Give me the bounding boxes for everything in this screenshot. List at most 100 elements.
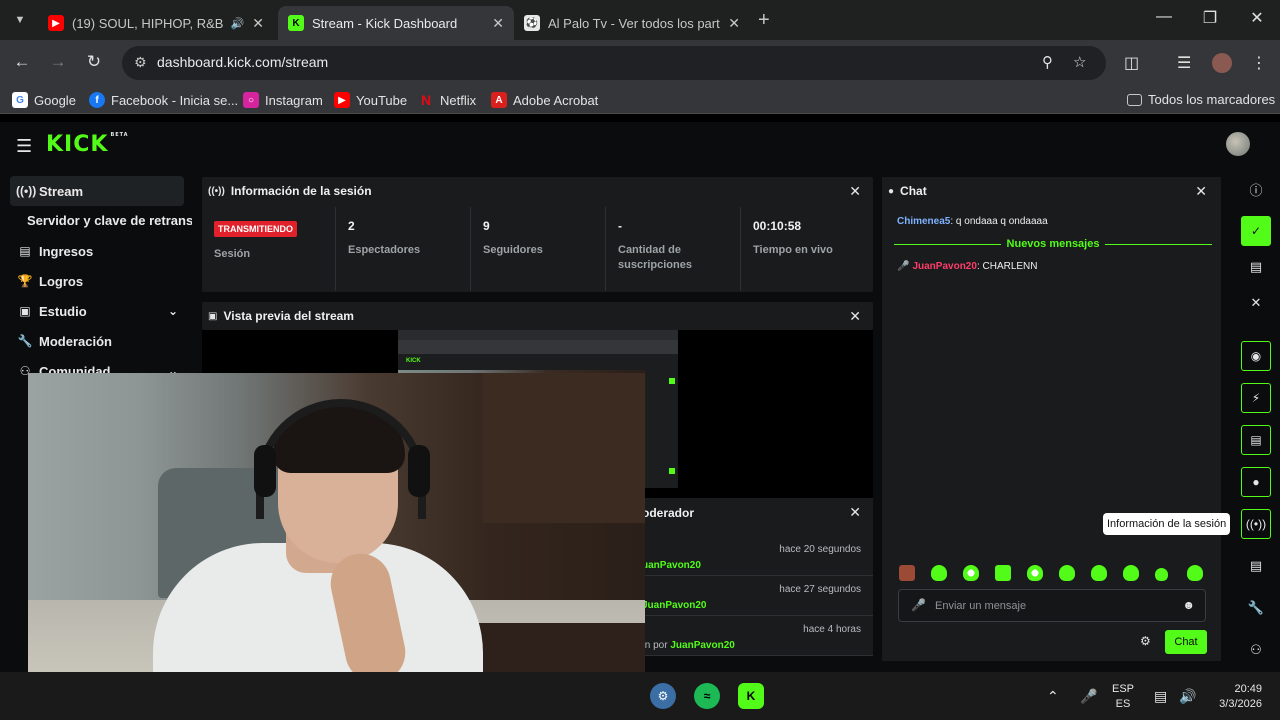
- chat-username[interactable]: Chimenea5: [897, 216, 950, 227]
- chat-message-input[interactable]: [935, 596, 1175, 616]
- log-username[interactable]: uanPavon20: [642, 560, 701, 571]
- settings-app-icon[interactable]: ⚙: [650, 683, 676, 709]
- bookmark-youtube[interactable]: ▶ YouTube: [334, 92, 407, 108]
- tab-al-palo-tv[interactable]: ⚽ Al Palo Tv - Ver todos los partid ✕: [514, 6, 750, 40]
- bookmark-adobe-acrobat[interactable]: A Adobe Acrobat: [491, 92, 598, 108]
- clock-time: 20:49: [1234, 683, 1262, 695]
- emote-icon[interactable]: [1091, 565, 1107, 581]
- sidebar-item-label: Estudio: [39, 303, 87, 319]
- tooltip: Información de la sesión: [1103, 513, 1231, 535]
- emote-icon[interactable]: [1059, 565, 1075, 581]
- close-window-icon[interactable]: ✕: [1245, 8, 1269, 28]
- reload-icon[interactable]: ↻: [83, 52, 105, 72]
- tab-close-icon[interactable]: ✕: [252, 15, 264, 32]
- kick-logo[interactable]: KICK BETA: [46, 132, 129, 157]
- zoom-search-icon[interactable]: ⚲: [1042, 53, 1053, 71]
- sidebar-item-logros[interactable]: 🏆 Logros: [10, 266, 184, 296]
- language-indicator[interactable]: ESP ES: [1112, 682, 1134, 712]
- chat-send-button[interactable]: Chat: [1165, 630, 1207, 654]
- bookmark-star-icon[interactable]: ☆: [1073, 53, 1086, 71]
- emote-icon[interactable]: [1123, 565, 1139, 581]
- emote-icon[interactable]: [1187, 565, 1203, 581]
- emote-icon[interactable]: [995, 565, 1011, 581]
- kick-app-icon[interactable]: K: [738, 683, 764, 709]
- document-icon[interactable]: ▤: [1241, 425, 1271, 455]
- chat-username[interactable]: JuanPavon20: [912, 261, 976, 272]
- emote-icon[interactable]: [1155, 568, 1168, 581]
- volume-icon[interactable]: 🔊: [1179, 688, 1196, 705]
- url-text[interactable]: dashboard.kick.com/stream: [157, 54, 328, 70]
- address-bar[interactable]: ⚙ dashboard.kick.com/stream ⚲ ☆: [122, 46, 1106, 80]
- profile-avatar[interactable]: [1212, 53, 1232, 73]
- tab-search-dropdown-icon[interactable]: ▼: [8, 8, 32, 32]
- new-messages-divider[interactable]: Nuevos mensajes: [894, 237, 1212, 251]
- network-icon[interactable]: ▤: [1154, 688, 1167, 705]
- tab-close-icon[interactable]: ✕: [492, 15, 504, 32]
- site-info-icon[interactable]: ⚙: [134, 54, 147, 71]
- stat-value: 9: [483, 219, 490, 233]
- menu-kebab-icon[interactable]: ⋮: [1251, 53, 1267, 73]
- wrench-icon[interactable]: 🔧: [1241, 593, 1271, 623]
- bookmark-label: Facebook - Inicia se...: [111, 92, 239, 108]
- microphone-icon[interactable]: 🎤: [911, 598, 926, 612]
- tab-close-icon[interactable]: ✕: [728, 15, 740, 32]
- webcam-headset: [256, 399, 426, 519]
- chevron-up-icon[interactable]: ⌃: [1047, 688, 1059, 705]
- webcam-shelf: [483, 373, 645, 523]
- minimize-icon[interactable]: —: [1152, 8, 1176, 26]
- log-user[interactable]: ín por JuanPavon20: [642, 640, 735, 651]
- community-icon[interactable]: ⚇: [1241, 635, 1271, 665]
- taskbar-clock[interactable]: 20:49 3/3/2026: [1208, 682, 1262, 712]
- stat-live-time: 00:10:58 Tiempo en vivo: [740, 207, 875, 291]
- chat-input-box[interactable]: 🎤 ☻: [898, 589, 1206, 622]
- bookmarks-bar: G Google f Facebook - Inicia se... ○ Ins…: [0, 86, 1280, 114]
- sidebar-item-ingresos[interactable]: ▤ Ingresos: [10, 236, 184, 266]
- emote-icon[interactable]: [931, 565, 947, 581]
- back-icon[interactable]: ←: [11, 52, 33, 72]
- microphone-icon[interactable]: 🎤: [1080, 688, 1097, 705]
- emote-icon[interactable]: [963, 565, 979, 581]
- screenshot-icon[interactable]: ◉: [1241, 341, 1271, 371]
- gear-icon[interactable]: ⚙: [1140, 634, 1151, 648]
- user-avatar[interactable]: [1226, 132, 1250, 156]
- hamburger-menu-icon[interactable]: ☰: [16, 136, 32, 157]
- media-control-icon[interactable]: ☰: [1177, 53, 1191, 73]
- log-user[interactable]: uanPavon20: [642, 560, 701, 571]
- tab-youtube[interactable]: ▶ (19) SOUL, HIPHOP, R&B LIV 🔊 ✕: [38, 6, 274, 40]
- log-user[interactable]: JuanPavon20: [642, 600, 706, 611]
- bookmark-instagram[interactable]: ○ Instagram: [243, 92, 323, 108]
- forward-icon[interactable]: →: [47, 52, 69, 72]
- bookmark-netflix[interactable]: N Netflix: [418, 92, 476, 108]
- close-rail-icon[interactable]: ✕: [1241, 288, 1271, 318]
- emoji-picker-icon[interactable]: ☻: [1182, 598, 1195, 612]
- sidebar-item-server-key[interactable]: Servidor y clave de retransmisión: [27, 213, 192, 228]
- sidebar-item-estudio[interactable]: ▣ Estudio ⌄: [10, 296, 184, 326]
- chat-bubble-icon[interactable]: ●: [1241, 467, 1271, 497]
- sidebar-item-moderacion[interactable]: 🔧 Moderación: [10, 326, 184, 356]
- tab-kick-dashboard[interactable]: K Stream - Kick Dashboard ✕: [278, 6, 514, 40]
- extensions-icon[interactable]: ◫: [1124, 53, 1139, 73]
- spotify-icon[interactable]: ≈: [694, 683, 720, 709]
- bookmark-facebook[interactable]: f Facebook - Inicia se...: [89, 92, 238, 108]
- bookmark-google[interactable]: G Google: [12, 92, 76, 108]
- log-username[interactable]: JuanPavon20: [642, 600, 706, 611]
- log-username[interactable]: JuanPavon20: [670, 640, 734, 651]
- lightning-icon[interactable]: ⚡: [1241, 383, 1271, 413]
- close-icon[interactable]: ✕: [849, 504, 861, 521]
- sidebar-item-stream[interactable]: ((•)) Stream: [10, 176, 184, 206]
- emote-icon[interactable]: [899, 565, 915, 581]
- restore-icon[interactable]: ❐: [1198, 8, 1222, 28]
- broadcast-icon[interactable]: ((•)): [1241, 509, 1271, 539]
- kick-icon: K: [288, 15, 304, 31]
- layout-icon[interactable]: ▤: [1241, 252, 1271, 282]
- emote-icon[interactable]: [1027, 565, 1043, 581]
- info-icon[interactable]: ⓘ: [1241, 174, 1271, 204]
- all-bookmarks[interactable]: Todos los marcadores: [1127, 92, 1275, 107]
- close-icon[interactable]: ✕: [1195, 183, 1207, 200]
- new-tab-button[interactable]: +: [758, 9, 770, 32]
- clock-date: 3/3/2026: [1219, 698, 1262, 710]
- checkmark-button-icon[interactable]: ✓: [1241, 216, 1271, 246]
- print-icon[interactable]: ▤: [1241, 551, 1271, 581]
- speaker-icon[interactable]: 🔊: [231, 17, 245, 30]
- close-icon[interactable]: ✕: [849, 308, 861, 325]
